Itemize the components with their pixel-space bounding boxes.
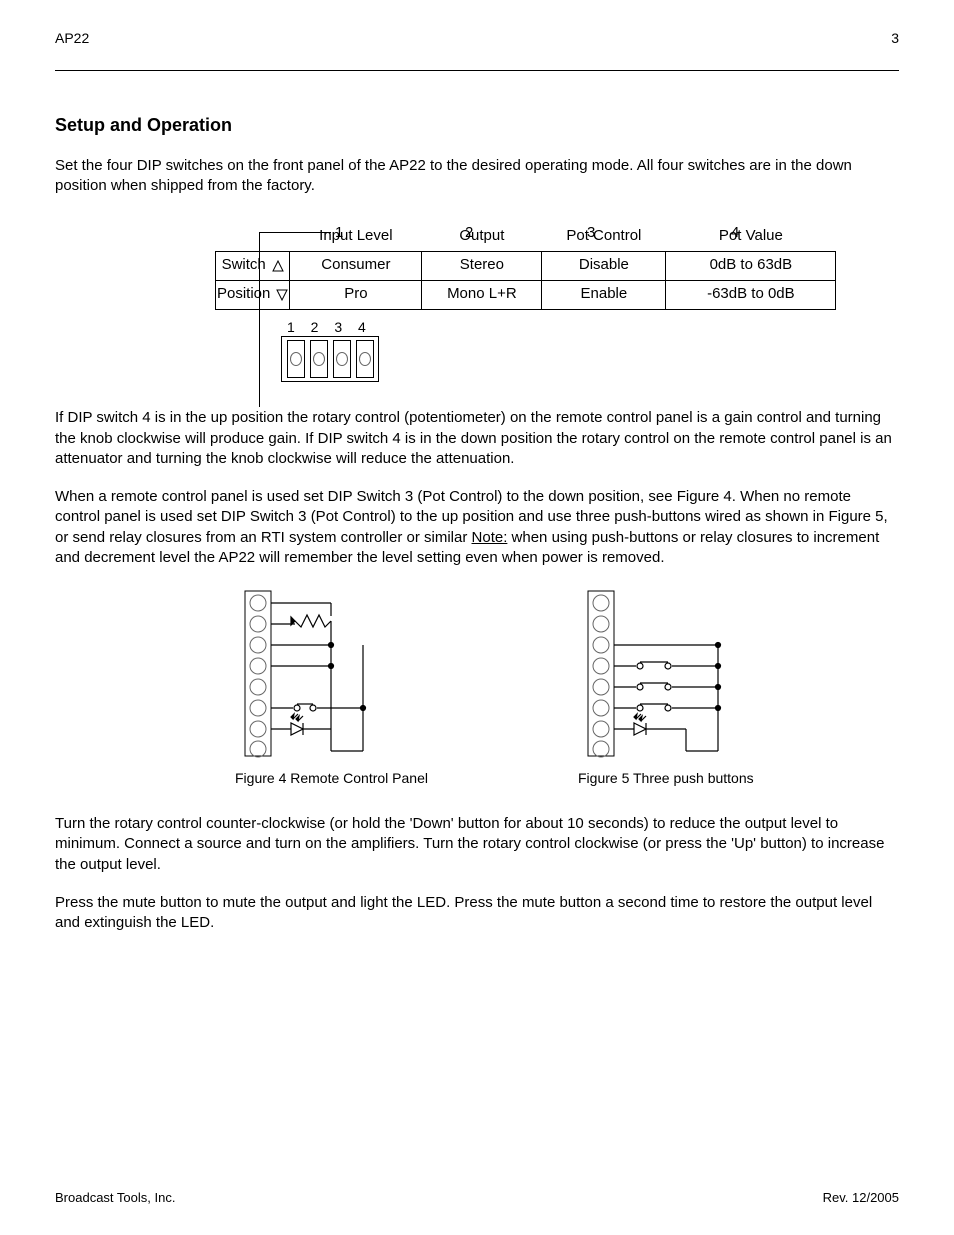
col-num-3: 3 — [587, 223, 595, 243]
doc-id: AP22 — [55, 30, 89, 46]
figure-4: Figure 4 Remote Control Panel — [235, 586, 428, 788]
dip-thumb-icon — [359, 352, 371, 366]
para-mute: Press the mute button to mute the output… — [55, 893, 899, 934]
section-heading: Setup and Operation — [55, 115, 899, 136]
intro-para: Set the four DIP switches on the front p… — [55, 156, 899, 197]
th-pot-control: Pot Control — [542, 223, 666, 252]
note-label: Note: — [472, 529, 508, 546]
fig4-sub: Remote Control Panel — [286, 770, 428, 786]
cell-disable: Disable — [542, 251, 666, 280]
cell-consumer: Consumer — [290, 251, 422, 280]
dip-thumb-icon — [290, 352, 302, 366]
th-pot-value: Pot Value — [666, 223, 836, 252]
header-rule — [55, 70, 899, 71]
bracket-vline — [259, 232, 260, 407]
col-num-1: 1 — [335, 223, 343, 243]
dip-number-labels: 1 2 3 4 — [287, 318, 855, 337]
p2-up2: down — [461, 430, 497, 447]
p2-up1: up — [211, 409, 228, 426]
fig5-sub: Three push buttons — [629, 770, 753, 786]
para-rotary: Turn the rotary control counter-clockwis… — [55, 814, 899, 875]
fig4-title: Figure 4 — [235, 770, 286, 786]
dip-thumb-icon — [313, 352, 325, 366]
figure-5: Figure 5 Three push buttons — [578, 586, 768, 788]
dip-table-area: 1 2 3 4 Input Level Output Pot Control P… — [155, 223, 855, 383]
cell-neg63-0: -63dB to 0dB — [666, 280, 836, 309]
para-dip4: If DIP switch 4 is in the up position th… — [55, 408, 899, 469]
triangle-down-icon — [276, 289, 288, 301]
para-remote: When a remote control panel is used set … — [55, 487, 899, 568]
dip-thumb-icon — [336, 352, 348, 366]
row-label-switch: Switch — [216, 251, 290, 280]
cell-pro: Pro — [290, 280, 422, 309]
dip-slot-3 — [333, 340, 351, 378]
th-input-level: Input Level — [290, 223, 422, 252]
dip-slot-2 — [310, 340, 328, 378]
col-num-4: 4 — [731, 223, 739, 243]
cell-enable: Enable — [542, 280, 666, 309]
th-output: Output — [422, 223, 542, 252]
cell-mono: Mono L+R — [422, 280, 542, 309]
position-text: Position — [217, 284, 270, 304]
footer-rev: Rev. 12/2005 — [823, 1190, 899, 1205]
p2-pre: If DIP switch 4 is in the — [55, 409, 211, 426]
cell-0-63: 0dB to 63dB — [666, 251, 836, 280]
dip-switch-table: Input Level Output Pot Control Pot Value… — [215, 223, 836, 310]
dip-slot-1 — [287, 340, 305, 378]
dip-slot-4 — [356, 340, 374, 378]
cell-stereo: Stereo — [422, 251, 542, 280]
col-num-2: 2 — [465, 223, 473, 243]
footer-company: Broadcast Tools, Inc. — [55, 1190, 175, 1205]
triangle-up-icon — [272, 260, 284, 272]
page-number: 3 — [891, 30, 899, 46]
fig5-title: Figure 5 — [578, 770, 629, 786]
bracket-hline — [259, 232, 331, 233]
dip-switch-graphic: 1 2 3 4 — [281, 318, 855, 383]
row-label-position: Position — [216, 280, 290, 309]
